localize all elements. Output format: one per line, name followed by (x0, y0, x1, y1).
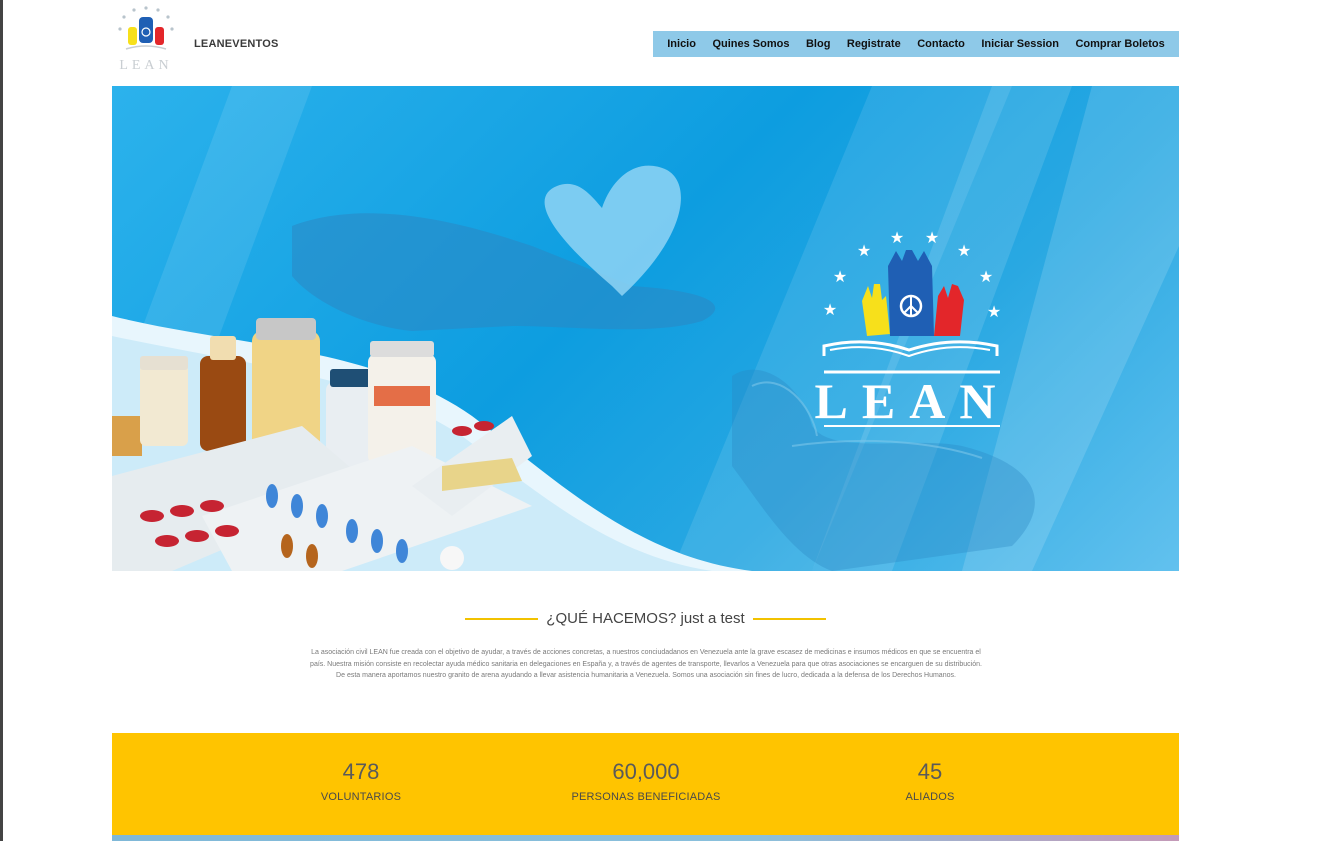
hero-illustration: ★ ★ ★ ★ ★ ★ ★ ★ LEAN (112, 86, 1179, 571)
svg-text:★: ★ (833, 267, 847, 286)
title-divider-right (752, 617, 826, 620)
section-heading: ¿QUÉ HACEMOS? just a test (0, 610, 1291, 627)
brand-name[interactable]: LEANEVENTOS (194, 38, 279, 50)
stat-number: 45 (917, 759, 943, 784)
nav-blog[interactable]: Blog (806, 38, 830, 50)
section-description: La asociación civil LEAN fue creada con … (270, 647, 1022, 682)
site-logo[interactable]: LEAN (112, 5, 180, 73)
stat-label: PERSONAS BENEFICIADAS (571, 791, 721, 803)
svg-text:★: ★ (925, 228, 939, 247)
stat-label: ALIADOS (905, 791, 955, 803)
title-divider-left (465, 617, 539, 620)
nav-comprar-boletos[interactable]: Comprar Boletos (1075, 38, 1164, 50)
nav-inicio[interactable]: Inicio (667, 38, 696, 50)
stat-number: 478 (342, 759, 380, 784)
next-section-strip (112, 835, 1179, 841)
description-line: país. Nuestra misión consiste en recolec… (310, 660, 982, 668)
description-line: De esta manera aportamos nuestro granito… (336, 672, 956, 679)
hero-logo-text: LEAN (815, 373, 1010, 429)
hero-banner: ★ ★ ★ ★ ★ ★ ★ ★ LEAN (112, 86, 1179, 571)
stat-number: 60,000 (612, 759, 680, 784)
stat-voluntarios: 478 VOLUNTARIOS (251, 759, 471, 803)
svg-text:★: ★ (823, 300, 837, 319)
svg-text:★: ★ (957, 241, 971, 260)
window-edge (0, 0, 3, 841)
stat-personas-beneficiadas: 60,000 PERSONAS BENEFICIADAS (536, 759, 756, 803)
nav-registrate[interactable]: Registrate (847, 38, 901, 50)
stat-aliados: 45 ALIADOS (820, 759, 1040, 803)
svg-text:★: ★ (857, 241, 871, 260)
nav-iniciar-session[interactable]: Iniciar Session (981, 38, 1059, 50)
description-line: La asociación civil LEAN fue creada con … (311, 649, 981, 656)
logo-text: LEAN (119, 58, 172, 73)
nav-contacto[interactable]: Contacto (917, 38, 965, 50)
section-title: ¿QUÉ HACEMOS? just a test (546, 610, 745, 627)
main-nav: Inicio Quines Somos Blog Registrate Cont… (653, 31, 1179, 57)
nav-quienes-somos[interactable]: Quines Somos (712, 38, 789, 50)
stat-label: VOLUNTARIOS (320, 791, 402, 803)
stats-band: 478 VOLUNTARIOS 60,000 PERSONAS BENEFICI… (112, 733, 1179, 835)
svg-text:★: ★ (890, 228, 904, 247)
svg-text:★: ★ (979, 267, 993, 286)
svg-text:★: ★ (987, 302, 1001, 321)
